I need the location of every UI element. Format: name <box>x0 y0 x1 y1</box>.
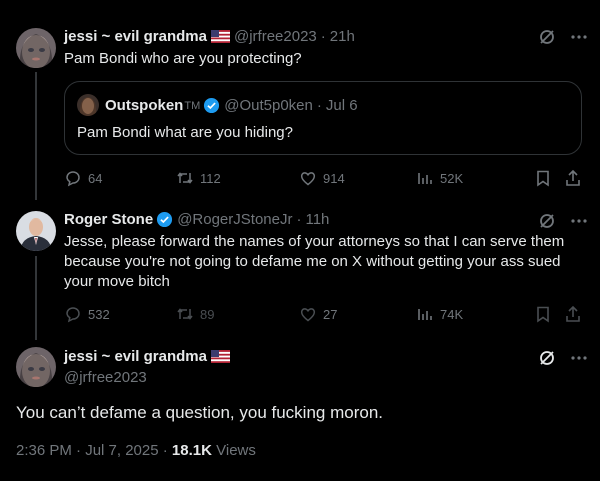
separator-dot: · <box>296 211 302 228</box>
handle[interactable]: @RogerJStoneJr <box>177 211 292 228</box>
timestamp[interactable]: 11h <box>305 211 329 228</box>
thread-connector <box>35 72 37 200</box>
tweet-header: Roger Stone @RogerJStoneJr · 11h <box>64 211 329 228</box>
more-icon[interactable] <box>570 212 588 230</box>
display-name[interactable]: jessi ~ evil grandma <box>64 348 207 365</box>
tweet-header: jessi ~ evil grandma @jrfree2023 · 21h <box>64 28 355 45</box>
reply-button[interactable]: 64 <box>64 168 102 188</box>
tweet-roger-stone[interactable]: Roger Stone @RogerJStoneJr · 11h Jesse, … <box>0 200 600 340</box>
share-icon[interactable] <box>564 169 582 187</box>
verified-icon <box>204 97 220 114</box>
display-name[interactable]: Roger Stone <box>64 211 153 228</box>
reply-icon <box>66 307 80 323</box>
reply-button[interactable]: 532 <box>64 304 110 324</box>
like-button[interactable]: 27 <box>299 304 337 324</box>
views-button[interactable]: 52K <box>416 168 463 188</box>
views-label: Views <box>216 442 256 459</box>
tweet-header-actions <box>538 28 588 46</box>
tweet-text: Jesse, please forward the names of your … <box>64 232 564 292</box>
display-name[interactable]: jessi ~ evil grandma <box>64 28 207 45</box>
grok-icon[interactable] <box>538 349 556 367</box>
quote-handle[interactable]: @Out5p0ken <box>224 97 313 114</box>
tweet-actions: 532 89 27 74K <box>64 304 582 324</box>
share-icon[interactable] <box>564 305 582 323</box>
bookmark-icon[interactable] <box>534 169 552 187</box>
reply-icon <box>66 171 80 187</box>
tweet-text-line: Jesse, please forward the names of your … <box>64 233 565 250</box>
quoted-tweet[interactable]: Outspoken TM @Out5p0ken · Jul 6 Pam Bond… <box>64 81 582 155</box>
views-icon <box>418 309 432 320</box>
handle-row: @jrfree2023 <box>60 369 147 386</box>
quote-text: Pam Bondi what are you hiding? <box>77 124 293 141</box>
more-icon[interactable] <box>570 28 588 46</box>
reply-count: 64 <box>88 170 103 186</box>
separator-dot: · <box>316 97 322 114</box>
reply-count: 532 <box>88 306 110 322</box>
views-icon <box>418 173 432 184</box>
like-count: 27 <box>323 306 338 322</box>
retweet-icon <box>177 308 193 320</box>
tweet-jessi-1[interactable]: jessi ~ evil grandma @jrfree2023 · 21h P… <box>0 0 600 200</box>
tweet-header-actions <box>538 212 588 230</box>
quote-header: Outspoken TM @Out5p0ken · Jul 6 <box>105 97 358 114</box>
us-flag-icon <box>211 30 230 43</box>
tweet-text-line: your move bitch <box>64 273 170 290</box>
tweet-date[interactable]: 2:36 PM · Jul 7, 2025 · <box>16 442 168 459</box>
handle[interactable]: @jrfree2023 <box>234 28 317 45</box>
quote-timestamp[interactable]: Jul 6 <box>326 97 358 114</box>
tweet-text: Pam Bondi who are you protecting? <box>64 50 302 67</box>
timestamp[interactable]: 21h <box>330 28 355 45</box>
quote-display-name[interactable]: Outspoken <box>105 97 183 114</box>
views-count: 52K <box>440 170 464 186</box>
us-flag-icon <box>211 350 230 363</box>
separator-dot: · <box>320 28 326 45</box>
views-count: 18.1K <box>171 442 212 459</box>
like-button[interactable]: 914 <box>299 168 345 188</box>
tweet-header: jessi ~ evil grandma <box>64 348 230 365</box>
retweet-button[interactable]: 89 <box>176 304 214 324</box>
tweet-actions: 64 112 914 52K <box>64 168 582 188</box>
retweet-icon <box>177 172 193 184</box>
avatar-jessi[interactable] <box>16 28 56 68</box>
like-icon <box>300 172 316 186</box>
grok-icon[interactable] <box>538 212 556 230</box>
tweet-header-actions <box>538 349 588 367</box>
retweet-count: 89 <box>200 306 215 322</box>
like-icon <box>300 308 316 322</box>
views-count: 74K <box>440 306 464 322</box>
like-count: 914 <box>323 170 345 186</box>
verified-icon <box>157 211 173 228</box>
avatar-outspoken[interactable] <box>77 94 99 116</box>
retweet-count: 112 <box>200 170 221 186</box>
tweet-text-line: because you're not going to defame me on… <box>64 253 561 270</box>
more-icon[interactable] <box>570 349 588 367</box>
bookmark-icon[interactable] <box>534 305 552 323</box>
avatar-jessi[interactable] <box>16 347 56 387</box>
avatar-roger-stone[interactable] <box>16 211 56 251</box>
grok-icon[interactable] <box>538 28 556 46</box>
thread-connector <box>35 256 37 340</box>
retweet-button[interactable]: 112 <box>176 168 221 188</box>
handle[interactable]: @jrfree2023 <box>64 369 147 386</box>
quote-tm: TM <box>184 99 201 112</box>
focused-tweet-text: You can’t defame a question, you fucking… <box>16 403 383 422</box>
views-button[interactable]: 74K <box>416 304 463 324</box>
tweet-meta: 2:36 PM · Jul 7, 2025 · 18.1K Views <box>16 442 256 459</box>
